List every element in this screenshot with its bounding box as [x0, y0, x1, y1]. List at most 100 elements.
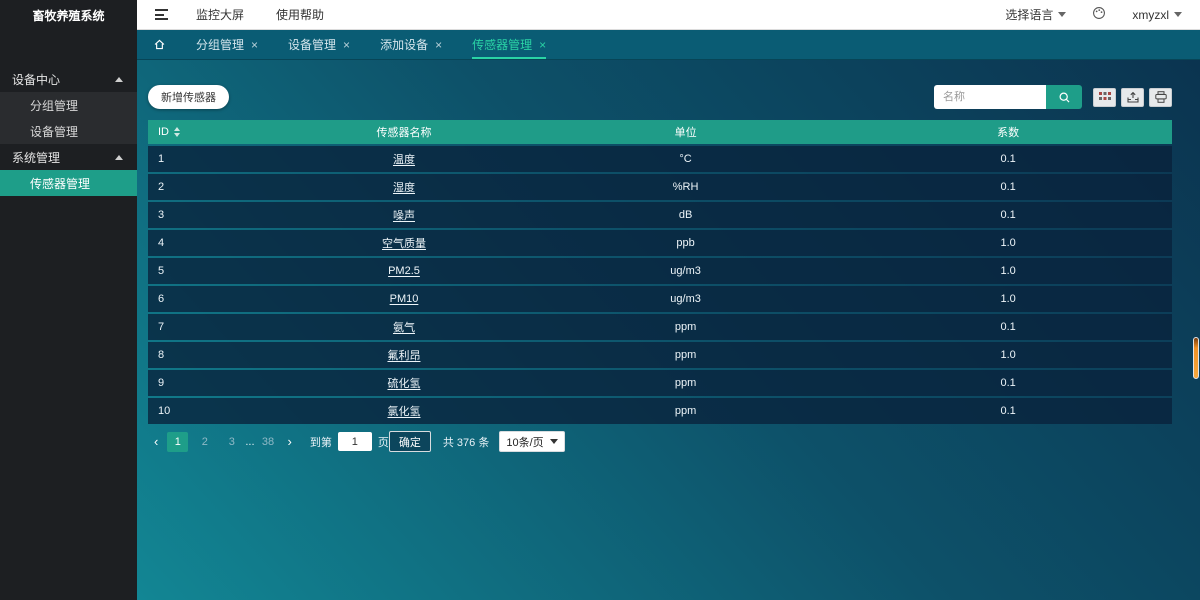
sensor-name-link[interactable]: 湿度 — [281, 174, 527, 200]
tab-add-device[interactable]: 添加设备 × — [380, 30, 442, 59]
nav-link-help[interactable]: 使用帮助 — [276, 6, 324, 23]
export-icon — [1127, 92, 1139, 103]
sensor-name-link[interactable]: 空气质量 — [281, 230, 527, 256]
cell-coefficient: 0.1 — [844, 146, 1172, 172]
cell-unit: ppb — [527, 230, 844, 256]
sort-icon[interactable] — [174, 127, 180, 137]
chevron-down-icon — [1058, 12, 1066, 17]
pagination: ‹ 1 2 3 ... 38 › 到第 页 确定 共 376 条 10条/页 — [148, 431, 1172, 452]
table-row: 3噪声dB0.1 — [148, 202, 1172, 228]
goto-label: 到第 — [310, 434, 332, 450]
cell-id: 8 — [148, 342, 281, 368]
submenu-system-management: 传感器管理 — [0, 170, 137, 196]
tab-group-management[interactable]: 分组管理 × — [196, 30, 258, 59]
cell-coefficient: 0.1 — [844, 370, 1172, 396]
sensor-table-header: ID 传感器名称 单位 系数 — [148, 120, 1172, 144]
theme-palette-icon[interactable] — [1092, 6, 1106, 23]
table-row: 10氯化氢ppm0.1 — [148, 398, 1172, 424]
page-number-1[interactable]: 1 — [167, 432, 188, 452]
cell-coefficient: 1.0 — [844, 258, 1172, 284]
close-icon[interactable]: × — [251, 39, 258, 51]
user-menu[interactable]: xmyzxl — [1132, 8, 1182, 22]
page-number-3[interactable]: 3 — [221, 432, 242, 452]
sidebar: 畜牧养殖系统 设备中心 分组管理 设备管理 系统管理 传感器管理 — [0, 0, 137, 600]
vertical-scrollbar-thumb[interactable] — [1193, 337, 1199, 379]
column-header-id[interactable]: ID — [148, 120, 281, 144]
column-header-coefficient: 系数 — [844, 120, 1172, 144]
username: xmyzxl — [1132, 8, 1169, 22]
cell-unit: ug/m3 — [527, 258, 844, 284]
table-row: 9硫化氢ppm0.1 — [148, 370, 1172, 396]
cell-unit: dB — [527, 202, 844, 228]
close-icon[interactable]: × — [539, 39, 546, 51]
next-page-button[interactable]: › — [282, 434, 298, 449]
sidebar-item-sensor-management[interactable]: 传感器管理 — [0, 170, 137, 196]
column-display-button[interactable] — [1093, 88, 1116, 107]
search-input[interactable] — [934, 85, 1046, 109]
home-tab[interactable] — [153, 38, 166, 51]
cell-id: 3 — [148, 202, 281, 228]
sensor-name-link[interactable]: PM2.5 — [281, 258, 527, 284]
confirm-button[interactable]: 确定 — [389, 431, 431, 452]
sensor-name-link[interactable]: 氯化氢 — [281, 398, 527, 424]
search-button[interactable] — [1046, 85, 1082, 109]
goto-page-input[interactable] — [338, 432, 372, 451]
home-icon — [153, 38, 166, 51]
cell-id: 2 — [148, 174, 281, 200]
submenu-device-center: 分组管理 设备管理 — [0, 92, 137, 144]
cell-coefficient: 0.1 — [844, 398, 1172, 424]
page-size-select[interactable]: 10条/页 — [499, 431, 564, 452]
sensor-name-link[interactable]: 噪声 — [281, 202, 527, 228]
grid-columns-icon — [1099, 92, 1111, 102]
sidebar-menu: 设备中心 分组管理 设备管理 系统管理 传感器管理 — [0, 66, 137, 196]
page-number-38[interactable]: 38 — [258, 432, 279, 452]
sidebar-toggle-icon[interactable] — [155, 9, 168, 20]
add-sensor-button[interactable]: 新增传感器 — [148, 85, 229, 109]
sensor-name-link[interactable]: 氟利昂 — [281, 342, 527, 368]
table-tool-buttons — [1093, 88, 1172, 107]
sensor-name-link[interactable]: 氨气 — [281, 314, 527, 340]
sidebar-group-system-management[interactable]: 系统管理 — [0, 144, 137, 170]
cell-unit: %RH — [527, 174, 844, 200]
language-select[interactable]: 选择语言 — [1005, 6, 1066, 23]
cell-unit: ppm — [527, 314, 844, 340]
page-ellipsis[interactable]: ... — [245, 436, 254, 448]
cell-id: 7 — [148, 314, 281, 340]
cell-unit: ppm — [527, 342, 844, 368]
sensor-name-link[interactable]: 硫化氢 — [281, 370, 527, 396]
table-row: 7氨气ppm0.1 — [148, 314, 1172, 340]
search-icon — [1058, 91, 1071, 104]
cell-coefficient: 0.1 — [844, 174, 1172, 200]
cell-id: 5 — [148, 258, 281, 284]
sensor-name-link[interactable]: PM10 — [281, 286, 527, 312]
goto-page-group: 到第 页 — [310, 432, 389, 451]
table-row: 1温度°C0.1 — [148, 146, 1172, 172]
tab-device-management[interactable]: 设备管理 × — [288, 30, 350, 59]
cell-id: 6 — [148, 286, 281, 312]
sensor-name-link[interactable]: 温度 — [281, 146, 527, 172]
cell-coefficient: 1.0 — [844, 286, 1172, 312]
sensor-table: ID 传感器名称 单位 系数 1温度°C0.12湿度%RH0.13噪声dB0.1… — [148, 118, 1172, 426]
header-row: ID 传感器名称 单位 系数 — [148, 120, 1172, 144]
cell-id: 4 — [148, 230, 281, 256]
table-row: 2湿度%RH0.1 — [148, 174, 1172, 200]
sidebar-item-device-management[interactable]: 设备管理 — [0, 118, 137, 144]
printer-icon — [1155, 91, 1167, 103]
tab-bar: 分组管理 × 设备管理 × 添加设备 × 传感器管理 × — [137, 30, 1200, 60]
app-root: 畜牧养殖系统 设备中心 分组管理 设备管理 系统管理 传感器管理 — [0, 0, 1200, 600]
nav-link-monitor-screen[interactable]: 监控大屏 — [196, 6, 244, 23]
prev-page-button[interactable]: ‹ — [148, 434, 164, 449]
table-row: 4空气质量ppb1.0 — [148, 230, 1172, 256]
close-icon[interactable]: × — [435, 39, 442, 51]
close-icon[interactable]: × — [343, 39, 350, 51]
table-row: 8氟利昂ppm1.0 — [148, 342, 1172, 368]
export-button[interactable] — [1121, 88, 1144, 107]
page-number-2[interactable]: 2 — [194, 432, 215, 452]
print-button[interactable] — [1149, 88, 1172, 107]
cell-coefficient: 0.1 — [844, 202, 1172, 228]
sidebar-item-group-management[interactable]: 分组管理 — [0, 92, 137, 118]
tab-sensor-management[interactable]: 传感器管理 × — [472, 30, 546, 59]
sidebar-group-device-center[interactable]: 设备中心 — [0, 66, 137, 92]
cell-id: 10 — [148, 398, 281, 424]
cell-unit: ppm — [527, 370, 844, 396]
